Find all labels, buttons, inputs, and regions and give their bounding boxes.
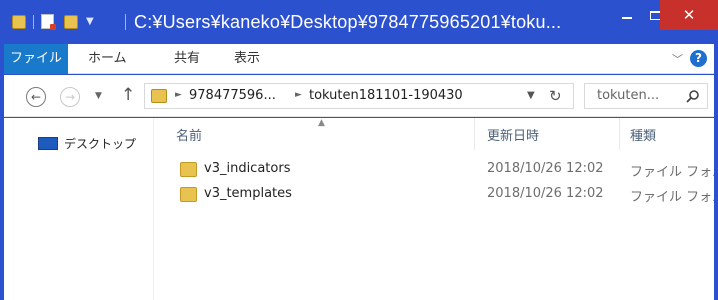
column-header-type[interactable]: 種類 bbox=[630, 125, 656, 144]
close-icon: ✕ bbox=[682, 6, 696, 24]
navpane-item-label: デスクトップ bbox=[64, 137, 137, 151]
navigation-pane: デスクトップ bbox=[4, 118, 154, 300]
navigation-bar: ← → ▼ ↑ ► 978477596... ► tokuten181101-1… bbox=[4, 75, 714, 117]
up-button[interactable]: ↑ bbox=[121, 85, 135, 105]
navpane-item-desktop[interactable]: デスクトップ bbox=[38, 135, 136, 152]
search-input[interactable]: tokuten... bbox=[597, 88, 659, 103]
breadcrumb-item[interactable]: 978477596... bbox=[189, 88, 276, 103]
search-box[interactable]: tokuten... bbox=[584, 83, 708, 109]
maximize-icon bbox=[649, 10, 661, 20]
desktop-icon bbox=[38, 137, 58, 150]
column-header-name[interactable]: 名前 bbox=[176, 125, 202, 144]
tab-view[interactable]: 表示 bbox=[234, 44, 260, 74]
column-divider[interactable] bbox=[619, 118, 620, 150]
file-date: 2018/10/26 12:02 bbox=[487, 186, 604, 201]
file-row[interactable]: v3_templates 2018/10/26 12:02 ファイル フォルダー bbox=[154, 183, 714, 207]
title-bar[interactable]: ▼ C:¥Users¥kaneko¥Desktop¥9784775965201¥… bbox=[0, 0, 718, 44]
folder-icon bbox=[151, 89, 167, 103]
expand-ribbon-icon[interactable]: ﹀ bbox=[672, 51, 683, 67]
back-button[interactable]: ← bbox=[26, 87, 46, 107]
title-separator bbox=[125, 14, 126, 30]
ribbon: ファイル ホーム 共有 表示 ﹀ ? bbox=[4, 44, 714, 74]
file-date: 2018/10/26 12:02 bbox=[487, 161, 604, 176]
file-type: ファイル フォルダー bbox=[630, 190, 714, 205]
folder-icon[interactable] bbox=[12, 14, 26, 29]
tab-file[interactable]: ファイル bbox=[4, 44, 68, 74]
sort-indicator-icon: ▲ bbox=[318, 118, 325, 128]
file-row[interactable]: v3_indicators 2018/10/26 12:02 ファイル フォルダ… bbox=[154, 158, 714, 182]
address-bar[interactable]: ► 978477596... ► tokuten181101-190430 ▼ … bbox=[144, 83, 574, 109]
tab-share[interactable]: 共有 bbox=[174, 44, 200, 74]
new-folder-icon[interactable] bbox=[64, 14, 78, 29]
refresh-icon[interactable]: ↻ bbox=[549, 87, 562, 105]
tab-home[interactable]: ホーム bbox=[88, 44, 127, 74]
window-title: C:¥Users¥kaneko¥Desktop¥9784775965201¥to… bbox=[134, 12, 562, 32]
minimize-icon bbox=[622, 17, 632, 19]
forward-button[interactable]: → bbox=[60, 87, 80, 107]
folder-icon bbox=[180, 162, 197, 177]
close-button[interactable]: ✕ bbox=[660, 0, 718, 30]
file-name: v3_templates bbox=[204, 186, 292, 201]
folder-icon bbox=[180, 187, 197, 202]
column-divider[interactable] bbox=[474, 118, 475, 150]
recent-locations-icon[interactable]: ▼ bbox=[95, 91, 102, 101]
file-list: ▲ 名前 更新日時 種類 v3_indicators 2018/10/26 12… bbox=[154, 118, 714, 300]
breadcrumb-separator-icon[interactable]: ► bbox=[175, 90, 182, 100]
content-area: デスクトップ ▲ 名前 更新日時 種類 v3_indicators 2018/1… bbox=[4, 118, 714, 300]
file-name: v3_indicators bbox=[204, 161, 291, 176]
customize-toolbar-icon[interactable]: ▼ bbox=[86, 16, 94, 27]
quick-access-toolbar: ▼ bbox=[12, 14, 94, 30]
properties-icon[interactable] bbox=[41, 14, 56, 30]
address-dropdown-icon[interactable]: ▼ bbox=[527, 90, 535, 101]
help-icon[interactable]: ? bbox=[690, 50, 707, 67]
toolbar-separator bbox=[33, 14, 34, 29]
file-type: ファイル フォルダー bbox=[630, 165, 714, 180]
column-header-date[interactable]: 更新日時 bbox=[487, 125, 539, 144]
breadcrumb-separator-icon[interactable]: ► bbox=[295, 90, 302, 100]
search-icon[interactable] bbox=[685, 89, 701, 105]
breadcrumb-item[interactable]: tokuten181101-190430 bbox=[309, 88, 463, 103]
